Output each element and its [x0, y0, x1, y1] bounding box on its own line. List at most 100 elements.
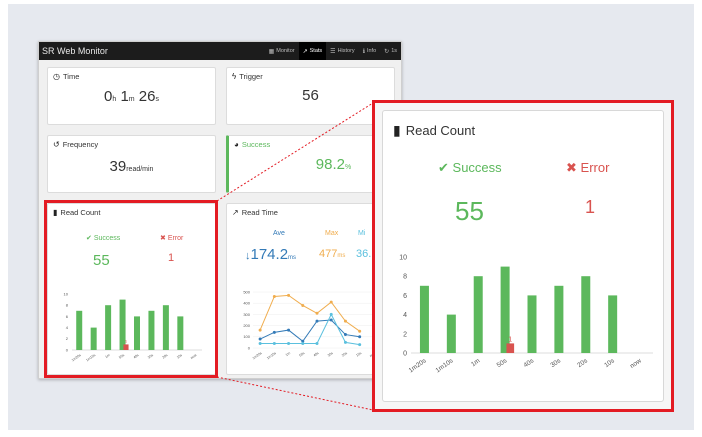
y-tick-label: 8 — [403, 274, 407, 281]
data-label: 1 — [508, 336, 512, 343]
series-point-ave — [272, 330, 276, 334]
series-point-min — [358, 343, 362, 347]
x-tick-label: 1m10s — [266, 351, 277, 360]
min-label: Mi — [358, 230, 366, 237]
card-title: ▮ Read Count — [393, 122, 475, 139]
max-read-time: 477ms — [319, 248, 346, 260]
y-tick-label: 0 — [403, 350, 407, 357]
x-tick-label: 1m20s — [408, 357, 429, 374]
line-chart-icon: ↗ — [232, 208, 239, 217]
read-time-chart: 0 100 200 300 400 500 1m20s 1m10s 1m 50s 40s 30s 20s… — [243, 289, 381, 360]
elapsed-time: 0h 1m 26s — [104, 88, 159, 105]
error-count: 1 — [585, 197, 596, 217]
nav-info[interactable]: ℹ Info — [359, 42, 380, 60]
series-point-min — [287, 342, 291, 346]
y-tick-label: 300 — [243, 312, 250, 317]
frequency-title: Frequency — [62, 140, 99, 149]
cross-icon: ✖ — [566, 160, 577, 175]
x-tick-label: 20s — [341, 351, 348, 358]
nav-refresh-interval[interactable]: ↻ 1s — [380, 42, 401, 60]
x-tick-label: 30s — [549, 357, 562, 369]
series-point-min — [329, 312, 333, 316]
error-legend: ✖ Error — [566, 160, 610, 175]
x-tick-label: 50s — [496, 357, 509, 369]
trigger-card: ϟ Trigger 56 — [226, 67, 395, 125]
x-tick-label: 50s — [298, 351, 305, 358]
series-point-min — [272, 342, 276, 346]
max-label: Max — [325, 230, 339, 237]
read-count-card-zoomed: ▮ Read Count ✔ Success ✖ Error 55 1 0 2 4 6… — [382, 110, 664, 402]
success-bar — [473, 276, 483, 353]
app-title: SR Web Monitor — [42, 46, 108, 56]
y-tick-label: 2 — [403, 331, 407, 338]
y-tick-label: 500 — [243, 289, 250, 294]
x-tick-label: 1m10s — [434, 357, 455, 374]
series-line-ave — [259, 319, 360, 342]
success-title: Success — [241, 140, 271, 149]
card-title: ◕ Success — [234, 140, 270, 149]
ave-label: Ave — [273, 230, 285, 237]
trigger-count: 56 — [302, 87, 319, 104]
pie-chart-icon: ◕ — [234, 140, 239, 149]
error-bar — [506, 343, 515, 353]
min-read-time: 36. — [356, 248, 372, 260]
navbar: SR Web Monitor ▦ Monitor ↗ Stats ☰ Histo… — [39, 42, 401, 60]
card-title: ◷ Time — [53, 72, 79, 81]
nav-label: History — [337, 48, 355, 54]
bar-chart-icon: ▮ — [393, 122, 401, 138]
series-point-min — [301, 342, 305, 346]
series-point-max — [272, 294, 276, 298]
success-bar — [608, 295, 618, 353]
success-card: ◕ Success 98.2% — [226, 135, 395, 193]
nav-label: 1s — [391, 48, 397, 54]
y-tick-label: 400 — [243, 301, 250, 306]
x-tick-label: 30s — [327, 351, 334, 358]
time-title: Time — [62, 72, 80, 81]
x-tick-label: 10s — [603, 357, 616, 369]
nav-stats[interactable]: ↗ Stats — [298, 42, 327, 60]
x-tick-label: 40s — [313, 351, 320, 358]
nav-monitor[interactable]: ▦ Monitor — [265, 42, 299, 60]
series-point-min — [315, 342, 319, 346]
series-point-ave — [358, 335, 362, 339]
nav-label: Stats — [309, 48, 323, 54]
refresh-icon: ↻ — [384, 48, 390, 55]
success-legend: ✔ Success — [438, 160, 502, 175]
series-point-min — [258, 342, 262, 346]
zoom-panel: ▮ Read Count ✔ Success ✖ Error 55 1 0 2 4 6… — [372, 100, 674, 412]
series-point-max — [301, 303, 305, 307]
series-point-max — [358, 329, 362, 333]
read-frequency: 39read/min — [109, 158, 154, 175]
y-tick-label: 100 — [243, 334, 250, 339]
read-time-card: ↗ Read Time Ave Max Mi ↓174.2ms 477ms 36… — [226, 203, 395, 375]
ave-read-time: ↓174.2ms — [245, 246, 297, 263]
list-icon: ☰ — [330, 48, 336, 55]
success-count: 55 — [455, 196, 484, 226]
read-time-title: Read Time — [241, 208, 278, 217]
series-point-ave — [258, 337, 262, 341]
card-title: ↗ Read Time — [232, 208, 278, 217]
series-point-max — [287, 293, 291, 297]
series-point-max — [343, 319, 347, 323]
info-icon: ℹ — [362, 48, 365, 55]
x-tick-label: 1m — [285, 351, 291, 357]
x-tick-label: 1m20s — [252, 351, 263, 360]
card-title: ϟ Trigger — [232, 72, 263, 81]
clock-icon: ◷ — [53, 72, 60, 81]
series-line-min — [260, 313, 360, 346]
x-tick-label: 1m — [470, 357, 481, 368]
line-chart-icon: ↗ — [302, 48, 308, 55]
x-tick-label: 10s — [355, 351, 362, 358]
y-tick-label: 4 — [403, 312, 407, 319]
series-point-ave — [287, 328, 291, 332]
nav-label: Info — [366, 48, 377, 54]
read-count-title: Read Count — [405, 123, 476, 138]
bolt-icon: ϟ — [232, 72, 237, 81]
series-point-max — [258, 328, 262, 332]
nav-history[interactable]: ☰ History — [326, 42, 359, 60]
series-point-max — [329, 300, 333, 304]
time-card: ◷ Time 0h 1m 26s — [47, 67, 216, 125]
x-tick-label: 20s — [576, 357, 589, 369]
read-count-chart: 0 2 4 6 8 10 1m20s 1m10s 1m 50s 40s 30s 20s 10s now 1 — [399, 254, 653, 374]
history-icon: ↺ — [53, 140, 60, 149]
